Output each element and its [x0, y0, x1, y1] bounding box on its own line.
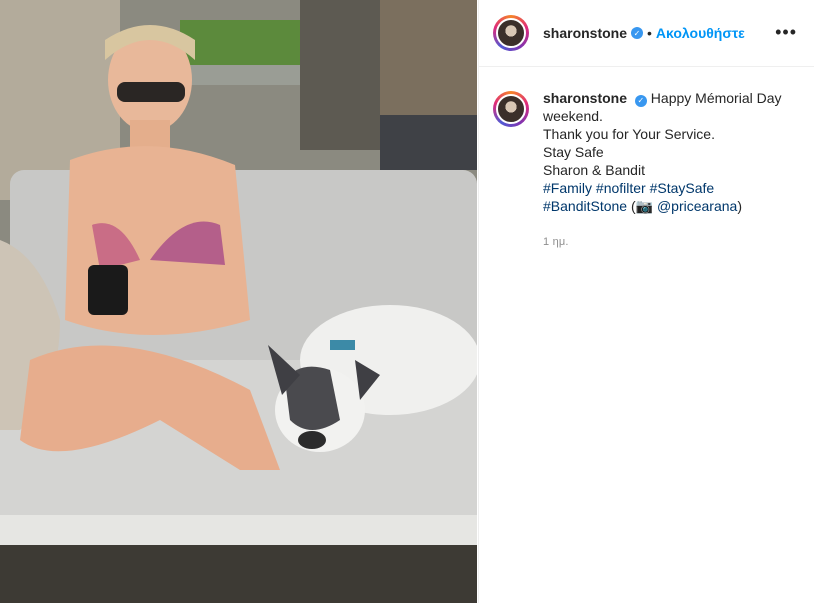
caption-line: weekend.	[543, 108, 603, 124]
follow-button[interactable]: Ακολουθήστε	[656, 25, 745, 41]
caption-avatar-ring[interactable]	[493, 91, 529, 127]
caption-line: Stay Safe	[543, 144, 604, 160]
verified-badge-icon: ✓	[634, 95, 647, 107]
hashtag-link[interactable]: #nofilter	[596, 180, 646, 196]
hashtag-link[interactable]: #Family	[543, 180, 592, 196]
hashtag-credit-line: #BanditStone (📷 @pricearana)	[543, 198, 743, 214]
avatar[interactable]	[496, 94, 526, 124]
post-sidebar: sharonstone ✓ • Ακολουθήστε ••• sharonst…	[478, 0, 814, 603]
hashtags-line: #Family #nofilter #StaySafe	[543, 179, 783, 197]
camera-icon: 📷	[635, 198, 654, 214]
avatar[interactable]	[496, 18, 526, 48]
caption-line: Sharon & Bandit	[543, 162, 645, 178]
post-photo[interactable]	[0, 0, 477, 603]
verified-badge-icon: ✓	[631, 27, 644, 39]
photo-credit-link[interactable]: @pricearana	[657, 198, 737, 214]
separator-dot: •	[647, 25, 652, 41]
instagram-post: sharonstone ✓ • Ακολουθήστε ••• sharonst…	[0, 0, 814, 603]
caption-username[interactable]: sharonstone	[543, 90, 627, 106]
caption: sharonstone ✓ Happy Mémorial Day weekend…	[479, 67, 814, 251]
post-header: sharonstone ✓ • Ακολουθήστε •••	[479, 0, 814, 67]
caption-text: sharonstone ✓ Happy Mémorial Day weekend…	[543, 89, 783, 251]
timestamp[interactable]: 1 ημ.	[543, 233, 783, 251]
more-horizontal-icon[interactable]: •••	[775, 22, 797, 43]
username[interactable]: sharonstone	[543, 25, 627, 41]
hashtag-link[interactable]: #StaySafe	[650, 180, 715, 196]
hashtag-link[interactable]: #BanditStone	[543, 198, 627, 214]
profile-avatar-ring[interactable]	[493, 15, 529, 51]
caption-line: Thank you for Your Service.	[543, 126, 715, 142]
caption-first-line: Happy Mémorial Day	[650, 90, 782, 106]
